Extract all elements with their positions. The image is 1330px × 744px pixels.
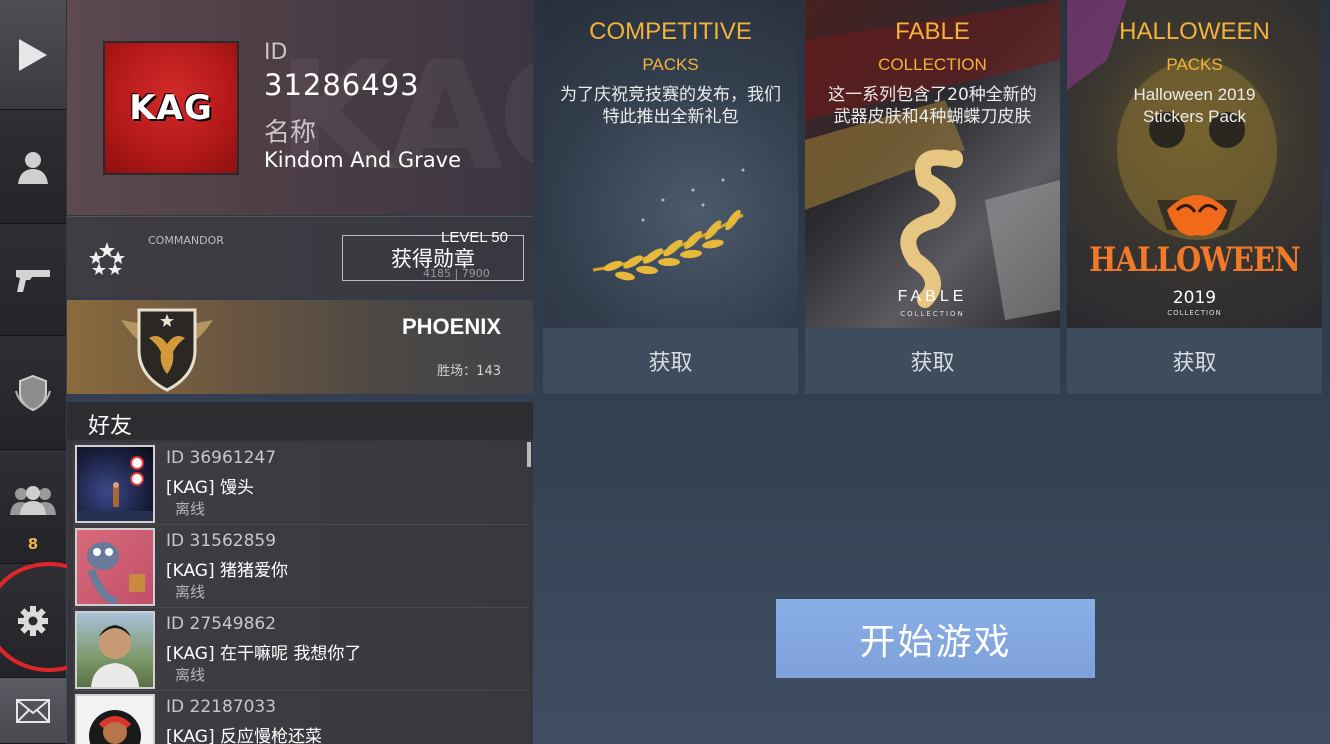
friend-name: [KAG] 猪猪爱你 (166, 561, 289, 581)
nav-settings[interactable] (0, 564, 66, 678)
emblem-row[interactable]: PHOENIX 胜场：143 (67, 300, 533, 394)
friend-avatar (75, 694, 155, 744)
friend-row[interactable]: ID 36961247 [KAG] 馒头 离线 (73, 442, 529, 525)
nav-ranks[interactable] (0, 336, 66, 450)
pack-description-line2: Stickers Pack (1143, 107, 1246, 126)
player-name: Kindom And Grave (264, 148, 462, 172)
pack-description-line2: 特此推出全新礼包 (602, 107, 739, 127)
friend-id: ID 27549862 (166, 614, 277, 634)
rank-title: COMMANDOR (148, 234, 224, 247)
pack-art: HALLOWEEN 2019 COLLECTION (1067, 0, 1322, 328)
friends-panel: 好友 ID 36961247 [KAG] 馒头 离线 ID 31562859 [… (67, 402, 533, 744)
friends-scrollbar[interactable] (527, 442, 531, 467)
friend-id: ID 31562859 (166, 531, 277, 551)
halloween-logo-subtext: COLLECTION (1167, 309, 1222, 317)
friends-count-badge: 8 (27, 535, 39, 553)
play-icon (19, 38, 47, 71)
phoenix-emblem-icon (121, 308, 213, 392)
group-icon (10, 485, 56, 515)
pistol-icon (16, 269, 50, 292)
gear-icon (18, 605, 48, 636)
get-pack-button[interactable]: 获取 (805, 328, 1060, 394)
pack-card-halloween[interactable]: HALLOWEEN 2019 COLLECTION HALLOWEEN PACK… (1067, 0, 1322, 394)
xp-progress: 4185 | 7900 (423, 267, 490, 280)
get-pack-button[interactable]: 获取 (1067, 328, 1322, 394)
friend-name: [KAG] 馒头 (166, 478, 255, 498)
friend-status: 离线 (175, 583, 206, 601)
id-label: ID (264, 40, 288, 65)
friend-status: 离线 (175, 500, 206, 518)
pack-subtitle: PACKS (642, 55, 699, 74)
pack-card-competitive[interactable]: COMPETITIVE PACKS 为了庆祝竞技赛的发布，我们 特此推出全新礼包… (543, 0, 798, 394)
profile-card: KAG KAG ID 31286493 名称 Kindom And Grave (67, 0, 533, 215)
avatar[interactable]: KAG (103, 41, 239, 175)
friend-avatar-art (91, 625, 139, 687)
friend-avatar (75, 611, 155, 689)
pack-art (543, 0, 798, 328)
pack-art: FABLE COLLECTION (805, 0, 1060, 328)
pack-title: HALLOWEEN (1119, 18, 1270, 45)
get-pack-button[interactable]: 获取 (543, 328, 798, 394)
pack-card-fable[interactable]: FABLE COLLECTION FABLE COLLECTION 这一系列包含… (805, 0, 1060, 394)
person-icon (18, 151, 48, 184)
side-nav: 8 (0, 0, 66, 744)
nav-mail[interactable] (0, 678, 66, 744)
name-label: 名称 (264, 118, 317, 148)
pack-title: FABLE (895, 18, 970, 45)
laurel-icon (592, 168, 745, 281)
friend-avatar-art (87, 542, 145, 604)
rank-stars-icon (89, 242, 125, 275)
fable-logo-subtext: COLLECTION (900, 310, 965, 318)
fable-logo-text: FABLE (897, 288, 968, 305)
friends-header: 好友 (67, 402, 533, 440)
pack-description-line1: 这一系列包含了20种全新的 (828, 85, 1037, 105)
friend-row[interactable]: ID 22187033 [KAG] 反应慢枪还菜 (73, 691, 529, 744)
pack-description-line1: 为了庆祝竞技赛的发布，我们 (560, 85, 781, 105)
start-game-button[interactable]: 开始游戏 (776, 599, 1095, 678)
mail-icon (16, 698, 50, 723)
friend-avatar (75, 528, 155, 606)
friend-row[interactable]: ID 31562859 [KAG] 猪猪爱你 离线 (73, 525, 529, 608)
friend-status: 离线 (175, 666, 206, 684)
pack-description-line1: Halloween 2019 (1133, 85, 1256, 104)
friend-list[interactable]: ID 36961247 [KAG] 馒头 离线 ID 31562859 [KAG… (73, 442, 529, 744)
halloween-logo-year: 2019 (1172, 288, 1217, 308)
friend-avatar (75, 445, 155, 523)
pack-subtitle: PACKS (1166, 55, 1223, 74)
emblem-name: PHOENIX (401, 314, 501, 339)
friend-id: ID 36961247 (166, 448, 277, 468)
friend-name: [KAG] 反应慢枪还菜 (166, 727, 323, 744)
nav-friends[interactable]: 8 (0, 450, 66, 564)
pack-description-line2: 武器皮肤和4种蝴蝶刀皮肤 (833, 107, 1032, 127)
friend-id: ID 22187033 (166, 697, 277, 717)
rank-row: COMMANDOR 获得勋章 LEVEL 50 4185 | 7900 (67, 216, 533, 298)
halloween-logo-text: HALLOWEEN (1089, 240, 1301, 280)
avatar-logo-text: KAG (129, 88, 213, 128)
friend-avatar-art (77, 456, 153, 521)
emblem-wins: 胜场：143 (437, 364, 501, 379)
player-level: LEVEL 50 (441, 229, 508, 246)
friend-avatar-art (89, 710, 141, 744)
pack-title: COMPETITIVE (589, 18, 752, 45)
pack-subtitle: COLLECTION (878, 55, 987, 74)
nav-play[interactable] (0, 0, 66, 110)
friend-row[interactable]: ID 27549862 [KAG] 在干嘛呢 我想你了 离线 (73, 608, 529, 691)
player-id: 31286493 (264, 68, 420, 102)
shield-icon (15, 374, 51, 411)
nav-weapons[interactable] (0, 224, 66, 336)
serpent-icon (805, 0, 1060, 320)
friend-name: [KAG] 在干嘛呢 我想你了 (166, 644, 362, 664)
nav-profile[interactable] (0, 110, 66, 224)
